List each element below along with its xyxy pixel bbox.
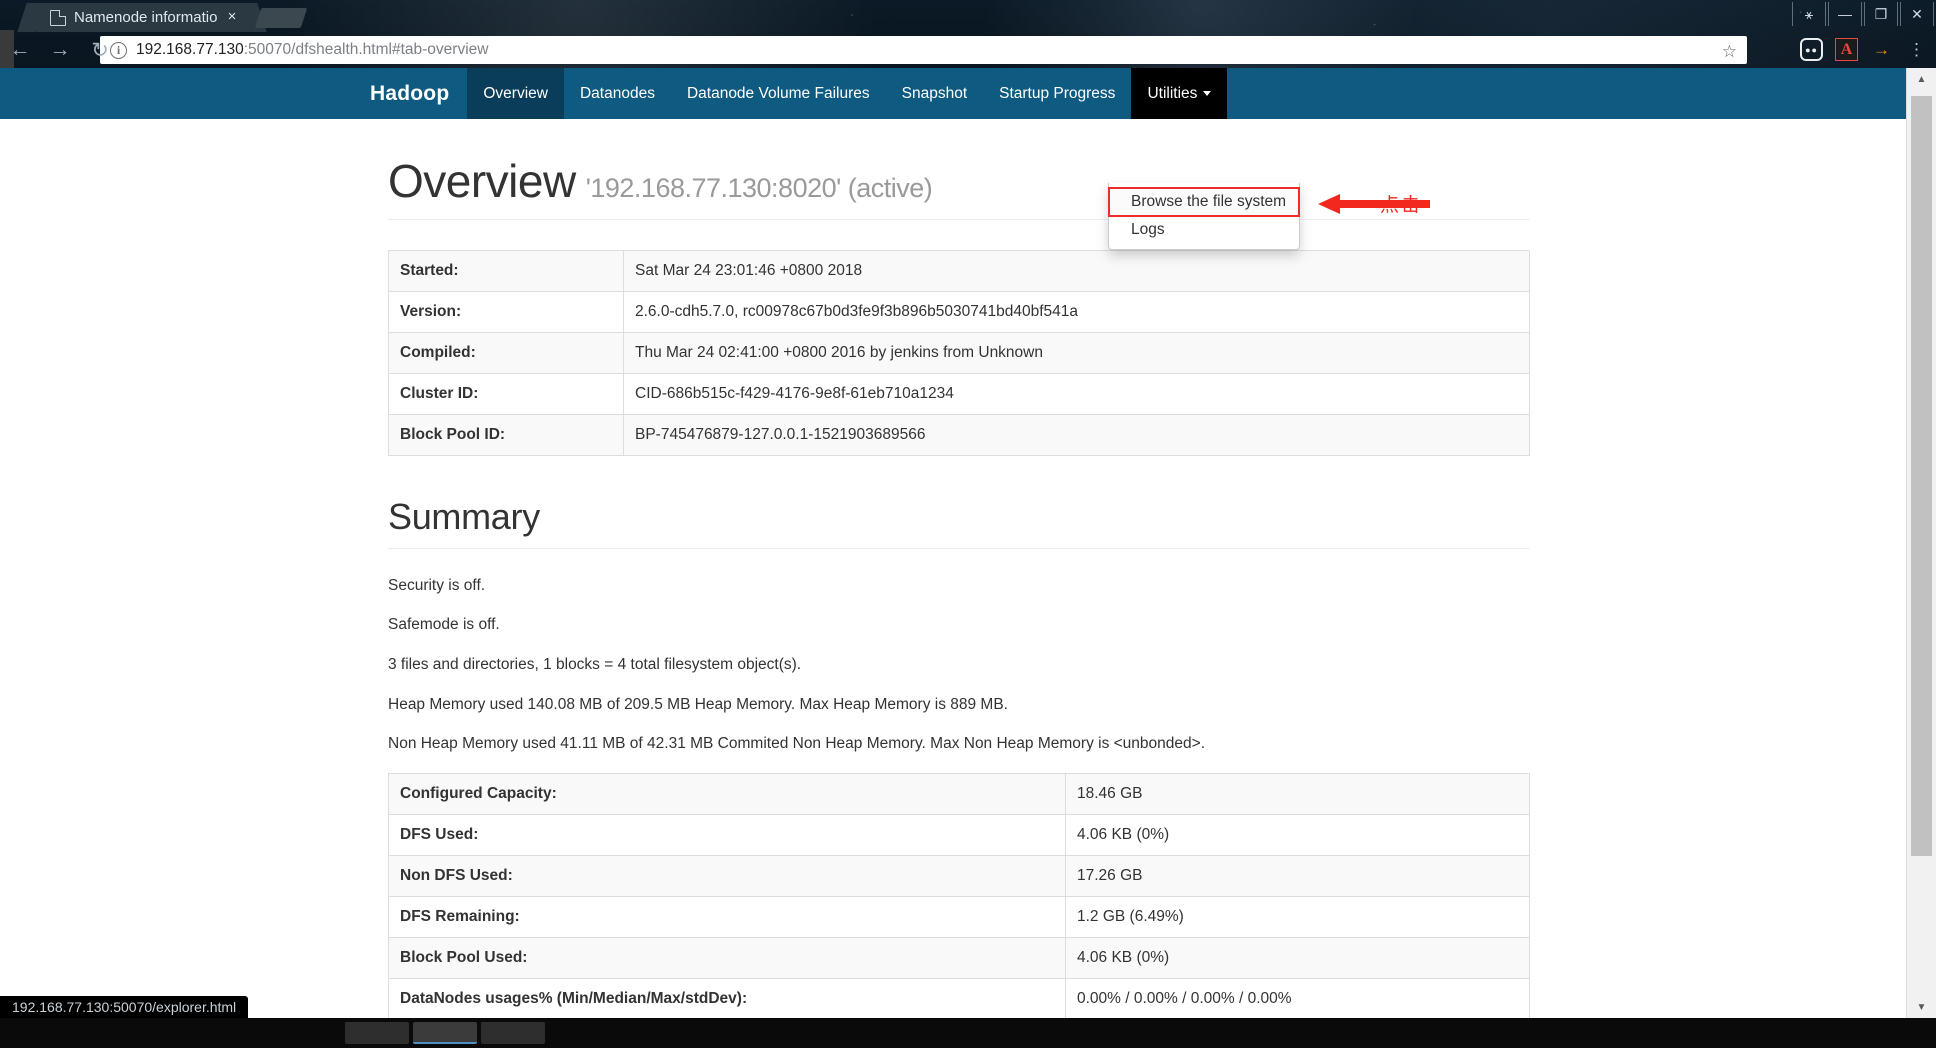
row-label: Compiled: [388, 331, 624, 374]
page-content: Overview '192.168.77.130:8020' (active) S… [388, 156, 1530, 1018]
taskbar-app[interactable] [481, 1022, 545, 1044]
row-value: 4.06 KB (0%) [1065, 937, 1530, 980]
nav-item-utilities-label: Utilities [1147, 84, 1198, 102]
forward-button[interactable]: → [40, 32, 80, 68]
reload-button[interactable]: ↻ [80, 32, 120, 68]
row-value: CID-686b515c-f429-4176-9e8f-61eb710a1234 [623, 372, 1530, 415]
table-row: Block Pool Used: 4.06 KB (0%) [388, 937, 1530, 980]
table-row: Version: 2.6.0-cdh5.7.0, rc00978c67b0d3f… [388, 290, 1530, 333]
tab-strip: Namenode informatio × [0, 0, 1936, 32]
new-tab-button[interactable] [254, 8, 308, 28]
minimize-button[interactable]: — [1828, 2, 1862, 26]
chevron-down-icon [1203, 91, 1212, 96]
page-title-main: Overview [388, 155, 576, 207]
table-row: Compiled: Thu Mar 24 02:41:00 +0800 2016… [388, 331, 1530, 374]
profile-button[interactable]: ⚹ [1792, 2, 1826, 26]
scroll-down-arrow-icon[interactable]: ▼ [1907, 996, 1936, 1018]
annotation-label: 点击 [1380, 194, 1423, 216]
nav-item-startup-progress[interactable]: Startup Progress [983, 68, 1131, 119]
page-icon [50, 9, 66, 26]
browser-window: Namenode informatio × ⚹ — ❐ ✕ ← → ↻ i 19… [0, 0, 1936, 1048]
utilities-dropdown-menu: Browse the file system Logs [1108, 183, 1300, 250]
table-row: DFS Used: 4.06 KB (0%) [388, 814, 1530, 857]
row-value: 17.26 GB [1065, 855, 1530, 898]
taskbar-app-buttons [345, 1022, 545, 1044]
os-taskbar [0, 1018, 1936, 1048]
row-label: Non DFS Used: [388, 855, 1066, 898]
row-value: BP-745476879-127.0.0.1-1521903689566 [623, 413, 1530, 456]
link-preview-text: 192.168.77.130:50070/explorer.html [12, 999, 237, 1015]
window-controls: ⚹ — ❐ ✕ [1792, 1, 1934, 27]
row-label: Version: [388, 290, 624, 333]
nav-item-overview[interactable]: Overview [467, 68, 564, 119]
row-label: Configured Capacity: [388, 773, 1066, 816]
summary-table: Configured Capacity: 18.46 GB DFS Used: … [388, 773, 1530, 1018]
row-value: Thu Mar 24 02:41:00 +0800 2016 by jenkin… [623, 331, 1530, 374]
taskbar-app-active[interactable] [413, 1022, 477, 1044]
row-value: 2.6.0-cdh5.7.0, rc00978c67b0d3fe9f3b896b… [623, 290, 1530, 333]
page-title-subtitle: '192.168.77.130:8020' (active) [585, 173, 933, 203]
row-value: 0.00% / 0.00% / 0.00% / 0.00% [1065, 978, 1530, 1018]
row-label: DataNodes usages% (Min/Median/Max/stdDev… [388, 978, 1066, 1018]
nav-item-datanodes[interactable]: Datanodes [564, 68, 671, 119]
summary-line: Heap Memory used 140.08 MB of 209.5 MB H… [388, 695, 1008, 713]
restore-button[interactable]: ❐ [1864, 2, 1898, 26]
nav-item-datanode-volume-failures[interactable]: Datanode Volume Failures [671, 68, 886, 119]
overview-table: Started: Sat Mar 24 23:01:46 +0800 2018 … [388, 249, 1530, 456]
summary-line: 3 files and directories, 1 blocks = 4 to… [388, 655, 802, 673]
summary-title: Summary [388, 496, 1530, 549]
tab-title: Namenode informatio [74, 9, 218, 26]
row-label: Started: [388, 249, 624, 292]
scrollbar-thumb[interactable] [1911, 96, 1932, 856]
page-scrollbar[interactable]: ▲ ▼ [1906, 68, 1936, 1018]
taskbar-app[interactable] [345, 1022, 409, 1044]
summary-line: Safemode is off. [388, 616, 500, 634]
hadoop-brand[interactable]: Hadoop [352, 68, 467, 119]
row-value: 18.46 GB [1065, 773, 1530, 816]
menu-item-logs[interactable]: Logs [1109, 216, 1299, 244]
row-value: Sat Mar 24 23:01:46 +0800 2018 [623, 249, 1530, 292]
row-label: Block Pool ID: [388, 413, 624, 456]
table-row: DFS Remaining: 1.2 GB (6.49%) [388, 896, 1530, 939]
table-row: Non DFS Used: 17.26 GB [388, 855, 1530, 898]
summary-line: Security is off. [388, 576, 486, 594]
hadoop-navbar: Hadoop Overview Datanodes Datanode Volum… [0, 68, 1906, 119]
row-value: 4.06 KB (0%) [1065, 814, 1530, 857]
table-row: Configured Capacity: 18.46 GB [388, 773, 1530, 816]
nav-item-utilities[interactable]: Utilities [1131, 68, 1228, 119]
row-label: Cluster ID: [388, 372, 624, 415]
summary-line: Non Heap Memory used 41.11 MB of 42.31 M… [388, 735, 1206, 753]
row-label: DFS Remaining: [388, 896, 1066, 939]
link-preview-statusbar: 192.168.77.130:50070/explorer.html [0, 996, 249, 1018]
row-label: Block Pool Used: [388, 937, 1066, 980]
row-label: DFS Used: [388, 814, 1066, 857]
menu-item-browse-the-file-system[interactable]: Browse the file system [1108, 187, 1300, 217]
table-row: Started: Sat Mar 24 23:01:46 +0800 2018 [388, 249, 1530, 292]
table-row: Block Pool ID: BP-745476879-127.0.0.1-15… [388, 413, 1530, 456]
browser-toolbar: ← → ↻ [0, 32, 1936, 68]
scroll-up-arrow-icon[interactable]: ▲ [1907, 68, 1936, 90]
row-value: 1.2 GB (6.49%) [1065, 896, 1530, 939]
browser-tab-namenode-information[interactable]: Namenode informatio × [36, 3, 250, 32]
close-button[interactable]: ✕ [1900, 2, 1934, 26]
nav-item-snapshot[interactable]: Snapshot [886, 68, 984, 119]
back-button[interactable]: ← [0, 32, 40, 68]
close-icon[interactable]: × [224, 9, 240, 26]
page-viewport: Hadoop Overview Datanodes Datanode Volum… [0, 68, 1936, 1018]
table-row: Cluster ID: CID-686b515c-f429-4176-9e8f-… [388, 372, 1530, 415]
table-row: DataNodes usages% (Min/Median/Max/stdDev… [388, 978, 1530, 1018]
